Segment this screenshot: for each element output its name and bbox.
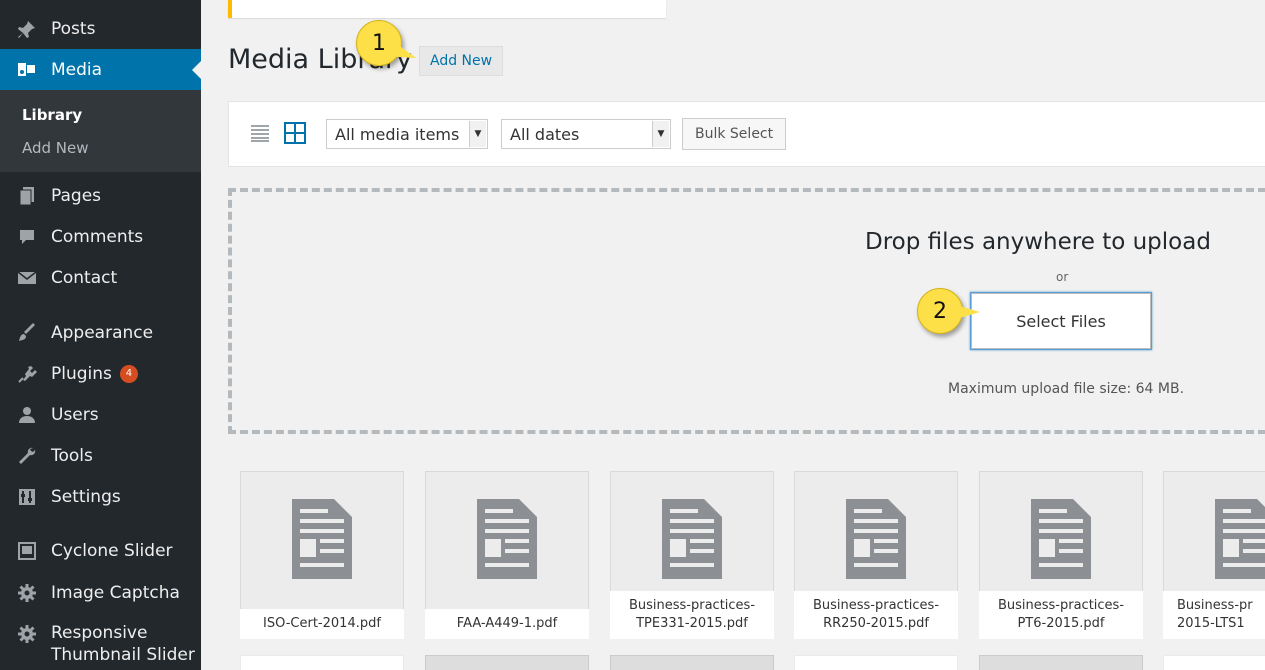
list-view-icon[interactable] xyxy=(251,124,269,142)
filename-line2: 2015-LTS1 xyxy=(1177,616,1245,631)
sidebar-item-settings[interactable]: Settings xyxy=(0,480,201,514)
filename-line2: RR250-2015.pdf xyxy=(823,616,929,631)
attachment-item[interactable] xyxy=(979,655,1143,670)
sidebar-item-label: Users xyxy=(51,405,99,425)
media-toolbar: All media items ▼ All dates ▼ Bulk Selec… xyxy=(228,101,1265,167)
media-type-filter-value: All media items xyxy=(335,124,460,144)
admin-notice xyxy=(228,0,666,18)
sidebar-item-label: Media xyxy=(51,59,103,80)
attachment-item[interactable] xyxy=(610,655,774,670)
attachment-filename: Business-pr 2015-LTS1 xyxy=(1163,591,1265,639)
plugin-icon xyxy=(15,364,39,384)
sidebar-item-tools[interactable]: Tools xyxy=(0,439,201,473)
sidebar-item-label: Contact xyxy=(51,268,118,288)
sidebar-item-label: Posts xyxy=(51,19,96,39)
sidebar-item-label-line1: Responsive xyxy=(51,623,148,643)
attachment-item[interactable] xyxy=(794,655,958,670)
document-icon xyxy=(477,499,537,583)
date-filter[interactable]: All dates ▼ xyxy=(501,119,671,149)
document-icon xyxy=(292,499,352,583)
gear-icon xyxy=(15,583,39,603)
admin-sidebar: Posts Media Library Add New Pages Commen… xyxy=(0,0,201,670)
filename-line1: Business-practices- xyxy=(997,598,1125,613)
sidebar-item-label: Comments xyxy=(51,227,144,247)
drop-files-text: Drop files anywhere to upload xyxy=(865,229,1211,255)
pages-icon xyxy=(15,186,39,206)
document-icon xyxy=(662,499,722,583)
media-type-filter[interactable]: All media items ▼ xyxy=(326,119,488,149)
main-content: Media Library Add New All media items ▼ … xyxy=(201,0,1265,670)
chevron-down-icon: ▼ xyxy=(652,121,669,147)
sidebar-item-users[interactable]: Users xyxy=(0,398,201,432)
sidebar-item-label: Tools xyxy=(51,446,93,466)
attachment-filename: Business-practices- PT6-2015.pdf xyxy=(979,591,1143,639)
sidebar-item-responsive-thumbnail-slider[interactable]: Responsive Thumbnail Slider xyxy=(0,622,201,666)
users-icon xyxy=(15,405,39,425)
settings-icon xyxy=(15,487,39,507)
update-count-badge: 4 xyxy=(119,365,138,383)
slider-icon xyxy=(15,541,39,561)
sidebar-item-plugins[interactable]: Plugins 4 xyxy=(0,357,201,391)
sidebar-item-contact[interactable]: Contact xyxy=(0,261,201,295)
filename-line1: FAA-A449-1.pdf xyxy=(456,616,558,631)
submenu-add-new[interactable]: Add New xyxy=(22,139,89,157)
filename-line1: Business-practices- xyxy=(628,598,756,613)
attachment-filename: ISO-Cert-2014.pdf xyxy=(240,609,404,639)
step-callout-2: 2 xyxy=(917,288,980,334)
wrench-icon xyxy=(15,446,39,466)
gear-icon xyxy=(15,624,39,644)
sidebar-item-label-line2: Thumbnail Slider xyxy=(51,645,195,665)
select-files-button[interactable]: Select Files xyxy=(971,293,1151,349)
filename-line1: Business-pr xyxy=(1177,598,1253,613)
sidebar-item-image-captcha[interactable]: Image Captcha xyxy=(0,576,201,610)
bulk-select-button[interactable]: Bulk Select xyxy=(682,118,787,150)
filename-line2: TPE331-2015.pdf xyxy=(636,616,748,631)
sidebar-item-label: Settings xyxy=(51,487,121,507)
submenu-library[interactable]: Library xyxy=(22,106,82,124)
document-icon xyxy=(1215,499,1265,583)
attachment-filename: Business-practices- RR250-2015.pdf xyxy=(794,591,958,639)
sidebar-item-posts[interactable]: Posts xyxy=(0,12,201,46)
max-upload-size-text: Maximum upload file size: 64 MB. xyxy=(948,381,1185,397)
attachment-item[interactable] xyxy=(240,655,404,670)
filename-line1: Business-practices- xyxy=(812,598,940,613)
attachment-item[interactable]: Business-pr 2015-LTS1 xyxy=(1163,471,1265,639)
grid-view-icon[interactable] xyxy=(284,122,306,144)
comments-icon xyxy=(15,227,39,247)
document-icon xyxy=(1031,499,1091,583)
media-icon xyxy=(15,60,39,80)
attachment-filename: FAA-A449-1.pdf xyxy=(425,609,589,639)
brush-icon xyxy=(15,323,39,343)
or-text: or xyxy=(1056,270,1069,284)
attachment-item[interactable]: FAA-A449-1.pdf xyxy=(425,471,589,639)
step-callout-1: 1 xyxy=(356,20,402,66)
attachment-item[interactable]: ISO-Cert-2014.pdf xyxy=(240,471,404,639)
sidebar-item-label: Cyclone Slider xyxy=(51,541,173,561)
date-filter-value: All dates xyxy=(510,124,580,144)
sidebar-item-label: Responsive Thumbnail Slider xyxy=(51,622,195,666)
filename-line2: PT6-2015.pdf xyxy=(1017,616,1105,631)
sidebar-item-cyclone-slider[interactable]: Cyclone Slider xyxy=(0,534,201,568)
pin-icon xyxy=(15,19,39,39)
add-new-button[interactable]: Add New xyxy=(419,46,504,76)
mail-icon xyxy=(15,268,39,288)
attachment-item[interactable]: Business-practices- TPE331-2015.pdf xyxy=(610,471,774,639)
attachment-item[interactable] xyxy=(1163,655,1265,670)
sidebar-item-label: Pages xyxy=(51,186,102,206)
sidebar-item-label: Appearance xyxy=(51,323,154,343)
document-icon xyxy=(846,499,906,583)
sidebar-item-appearance[interactable]: Appearance xyxy=(0,316,201,350)
attachment-filename: Business-practices- TPE331-2015.pdf xyxy=(610,591,774,639)
sidebar-item-media[interactable]: Media xyxy=(0,49,201,90)
filename-line1: ISO-Cert-2014.pdf xyxy=(263,616,381,631)
sidebar-item-label: Plugins xyxy=(51,364,112,384)
attachment-item[interactable]: Business-practices- PT6-2015.pdf xyxy=(979,471,1143,639)
attachment-item[interactable] xyxy=(425,655,589,670)
chevron-down-icon: ▼ xyxy=(469,121,486,147)
media-submenu: Library Add New xyxy=(0,90,201,172)
sidebar-item-pages[interactable]: Pages xyxy=(0,179,201,213)
attachment-item[interactable]: Business-practices- RR250-2015.pdf xyxy=(794,471,958,639)
sidebar-item-label: Image Captcha xyxy=(51,583,180,603)
sidebar-item-comments[interactable]: Comments xyxy=(0,220,201,254)
